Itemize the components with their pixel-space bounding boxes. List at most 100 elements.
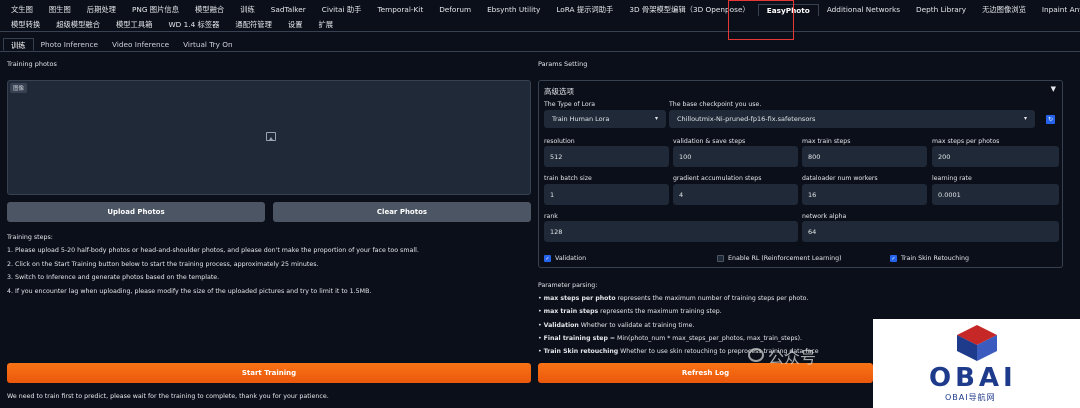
footer-note: We need to train first to predict, pleas…	[7, 393, 329, 400]
params-setting-label: Params Setting	[538, 60, 588, 68]
check-icon: ✓	[890, 255, 897, 262]
skin-retouching-checkbox-label: Train Skin Retouching	[901, 255, 969, 262]
validation-save-steps-label: validation & save steps	[673, 138, 746, 145]
empty-checkbox-icon	[717, 255, 724, 262]
tab-设置[interactable]: 设置	[280, 19, 311, 30]
top-nav: 文生图 图生图 后期处理 PNG 图片信息 模型融合 训练 SadTalker Civitai…	[0, 0, 1080, 32]
tab-sadtalker[interactable]: SadTalker	[263, 4, 314, 16]
training-photos-label: Training photos	[7, 60, 57, 68]
validation-checkbox-label: Validation	[555, 255, 587, 262]
watermark-text: 公众号	[768, 348, 817, 367]
tab-模型工具箱[interactable]: 模型工具箱	[108, 19, 160, 30]
learning-rate-label: learning rate	[932, 175, 972, 182]
refresh-log-button[interactable]: Refresh Log	[538, 363, 873, 383]
gradient-accumulation-steps-input[interactable]: 4	[673, 184, 798, 205]
params-panel: 高级选项 ▼ The Type of Lora Train Human Lora…	[538, 80, 1063, 268]
image-icon	[266, 132, 276, 141]
step-item: 1. Please upload 5-20 half-body photos o…	[7, 247, 419, 255]
parsing-title: Parameter parsing:	[538, 282, 598, 289]
tab-depth-library[interactable]: Depth Library	[908, 4, 974, 16]
tab-inpaint-anything[interactable]: Inpaint Anything	[1034, 4, 1080, 16]
lora-type-value: Train Human Lora	[552, 115, 610, 123]
validation-checkbox[interactable]: ✓ Validation	[544, 255, 586, 262]
learning-rate-input[interactable]: 0.0001	[932, 184, 1059, 205]
tab-ebsynth-utility[interactable]: Ebsynth Utility	[479, 4, 548, 16]
dataloader-num-workers-label: dataloader num workers	[802, 175, 878, 182]
rank-label: rank	[544, 213, 558, 220]
tab-训练[interactable]: 训练	[3, 38, 34, 51]
image-tag: 图像	[10, 83, 28, 93]
start-training-button[interactable]: Start Training	[7, 363, 531, 383]
tab-virtual-try-on[interactable]: Virtual Try On	[176, 38, 240, 51]
parsing-item: • Validation Whether to validate at trai…	[538, 321, 695, 329]
training-steps: Training steps: 1. Please upload 5-20 ha…	[7, 231, 419, 298]
checkpoint-select[interactable]: Chilloutmix-Ni-pruned-fp16-fix.safetenso…	[669, 110, 1035, 128]
train-batch-size-label: train batch size	[544, 175, 592, 182]
max-train-steps-input[interactable]: 800	[802, 146, 927, 167]
parsing-item: • max steps per photo represents the max…	[538, 295, 809, 303]
step-item: 4. If you encounter lag when uploading, …	[7, 287, 372, 295]
advanced-options-header[interactable]: 高级选项	[544, 86, 574, 97]
top-nav-row-2: 模型转换 超级模型融合 模型工具箱 WD 1.4 标签器 通配符管理 设置 扩展	[3, 19, 341, 30]
tab-3d-骨架模型编辑-3d-openpose[interactable]: 3D 骨架模型编辑（3D Openpose）	[621, 4, 757, 16]
step-item: 3. Switch to Inference and generate phot…	[7, 274, 220, 282]
max-train-steps-label: max train steps	[802, 138, 851, 145]
skin-retouching-checkbox[interactable]: ✓ Train Skin Retouching	[890, 255, 969, 262]
chevron-down-icon: ▾	[1023, 115, 1027, 122]
resolution-input[interactable]: 512	[544, 146, 669, 167]
enable-rl-checkbox[interactable]: Enable RL (Reinforcement Learning)	[717, 255, 842, 262]
upload-photos-button[interactable]: Upload Photos	[7, 202, 265, 222]
tab-模型转换[interactable]: 模型转换	[3, 19, 48, 30]
obai-logo-card: OBAI OBAI导航网	[873, 319, 1080, 408]
tab-后期处理[interactable]: 后期处理	[79, 4, 124, 16]
tab-训练[interactable]: 训练	[232, 4, 263, 16]
sub-tabs: 训练 Photo Inference Video Inference Virtual …	[0, 38, 1080, 52]
tab-png-图片信息[interactable]: PNG 图片信息	[124, 4, 187, 16]
clear-photos-button[interactable]: Clear Photos	[273, 202, 531, 222]
parsing-item: • max train steps represents the maximum…	[538, 308, 722, 316]
resolution-label: resolution	[544, 138, 575, 145]
chevron-down-icon: ▾	[654, 115, 658, 122]
tab-扩展[interactable]: 扩展	[311, 19, 342, 30]
tab-文生图[interactable]: 文生图	[3, 4, 41, 16]
tab-civitai-助手[interactable]: Civitai 助手	[314, 4, 370, 16]
top-nav-row-1: 文生图 图生图 后期处理 PNG 图片信息 模型融合 训练 SadTalker Civitai…	[3, 4, 1080, 16]
tab-deforum[interactable]: Deforum	[431, 4, 479, 16]
network-alpha-input[interactable]: 64	[802, 221, 1059, 242]
tab-图生图[interactable]: 图生图	[41, 4, 79, 16]
logo-word: OBAI	[929, 363, 1017, 393]
collapse-arrow-icon[interactable]: ▼	[1051, 85, 1056, 93]
network-alpha-label: network alpha	[802, 213, 847, 220]
tab-超级模型融合[interactable]: 超级模型融合	[48, 19, 108, 30]
wechat-icon	[748, 348, 764, 362]
max-steps-per-photos-label: max steps per photos	[932, 138, 1000, 145]
tab-模型融合[interactable]: 模型融合	[187, 4, 232, 16]
max-steps-per-photos-input[interactable]: 200	[932, 146, 1059, 167]
checkpoint-value: Chilloutmix-Ni-pruned-fp16-fix.safetenso…	[677, 115, 816, 123]
photo-dropzone[interactable]: 图像	[7, 80, 531, 195]
tab-temporal-kit[interactable]: Temporal-Kit	[369, 4, 431, 16]
tab-easyphoto[interactable]: EasyPhoto	[757, 4, 819, 16]
enable-rl-checkbox-label: Enable RL (Reinforcement Learning)	[728, 255, 842, 262]
tab-video-inference[interactable]: Video Inference	[105, 38, 176, 51]
rank-input[interactable]: 128	[544, 221, 798, 242]
logo-subtext: OBAI导航网	[945, 393, 996, 402]
step-item: 2. Click on the Start Training button be…	[7, 260, 319, 268]
tab-photo-inference[interactable]: Photo Inference	[34, 38, 105, 51]
tab-通配符管理[interactable]: 通配符管理	[227, 19, 279, 30]
tab-无边图像浏览[interactable]: 无边图像浏览	[974, 4, 1034, 16]
cube-logo-icon	[957, 325, 997, 361]
tab-wd-1-4-标签器[interactable]: WD 1.4 标签器	[160, 19, 227, 30]
check-icon: ✓	[544, 255, 551, 262]
lora-type-select[interactable]: Train Human Lora ▾	[544, 110, 666, 128]
gradient-accumulation-steps-label: gradient accumulation steps	[673, 175, 762, 182]
validation-save-steps-input[interactable]: 100	[673, 146, 798, 167]
dataloader-num-workers-input[interactable]: 16	[802, 184, 927, 205]
steps-title: Training steps:	[7, 234, 53, 241]
train-batch-size-input[interactable]: 1	[544, 184, 669, 205]
tab-lora-提示词助手[interactable]: LoRA 提示词助手	[548, 4, 621, 16]
refresh-icon[interactable]: ↻	[1046, 115, 1055, 124]
lora-type-label: The Type of Lora	[544, 101, 596, 108]
checkpoint-label: The base checkpoint you use.	[669, 101, 762, 108]
tab-additional-networks[interactable]: Additional Networks	[819, 4, 908, 16]
